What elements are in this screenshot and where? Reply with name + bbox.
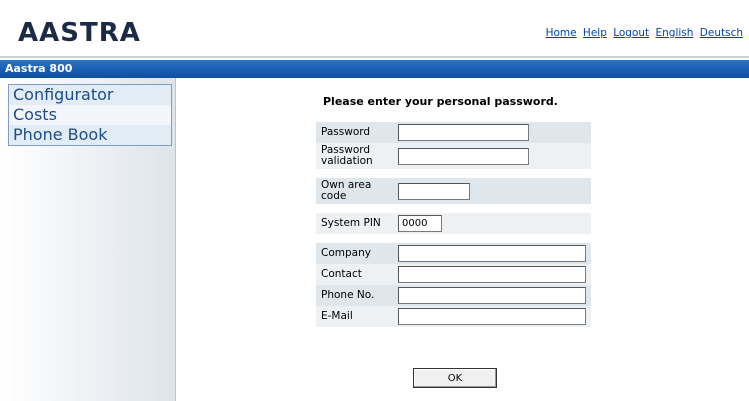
- password-validation-label: Password validation: [321, 144, 373, 167]
- contact-input[interactable]: [398, 266, 586, 283]
- phone-input[interactable]: [398, 287, 586, 304]
- contact-row: Contact: [316, 264, 591, 285]
- email-row: E-Mail: [316, 306, 591, 327]
- aastra-logo: AASTRA: [18, 18, 141, 48]
- company-row: Company: [316, 243, 591, 264]
- deutsch-link[interactable]: Deutsch: [700, 27, 743, 39]
- main-content: Please enter your personal password. Pas…: [177, 78, 749, 401]
- english-link[interactable]: English: [656, 27, 694, 39]
- logout-link[interactable]: Logout: [613, 27, 649, 39]
- email-label: E-Mail: [321, 310, 353, 322]
- form-title: Please enter your personal password.: [323, 95, 558, 108]
- sidebar-menu: Configurator Costs Phone Book: [8, 84, 172, 146]
- sidebar-item-costs[interactable]: Costs: [9, 105, 171, 125]
- phone-label: Phone No.: [321, 289, 375, 301]
- phone-row: Phone No.: [316, 285, 591, 306]
- header: AASTRA Home Help Logout English Deutsch: [0, 0, 749, 58]
- system-pin-label: System PIN: [321, 217, 381, 229]
- home-link[interactable]: Home: [546, 27, 577, 39]
- password-validation-row: Password validation: [316, 143, 591, 169]
- own-area-code-label: Own area code: [321, 179, 372, 202]
- password-input[interactable]: [398, 124, 529, 141]
- ok-button[interactable]: OK: [413, 368, 497, 388]
- title-bar: Aastra 800: [0, 60, 749, 78]
- contact-label: Contact: [321, 268, 362, 280]
- password-form: Password Password validation Own area co…: [316, 122, 591, 327]
- own-area-code-row: Own area code: [316, 178, 591, 204]
- help-link[interactable]: Help: [583, 27, 607, 39]
- system-pin-input[interactable]: [398, 215, 442, 232]
- password-label: Password: [321, 126, 371, 138]
- email-input[interactable]: [398, 308, 586, 325]
- password-row: Password: [316, 122, 591, 143]
- top-links: Home Help Logout English Deutsch: [543, 27, 743, 39]
- password-validation-input[interactable]: [398, 147, 529, 165]
- own-area-code-input[interactable]: [398, 182, 470, 200]
- sidebar-item-configurator[interactable]: Configurator: [9, 85, 171, 105]
- system-pin-row: System PIN: [316, 213, 591, 234]
- sidebar: Configurator Costs Phone Book: [0, 78, 176, 401]
- company-label: Company: [321, 247, 371, 259]
- company-input[interactable]: [398, 245, 586, 262]
- sidebar-item-phone-book[interactable]: Phone Book: [9, 125, 171, 145]
